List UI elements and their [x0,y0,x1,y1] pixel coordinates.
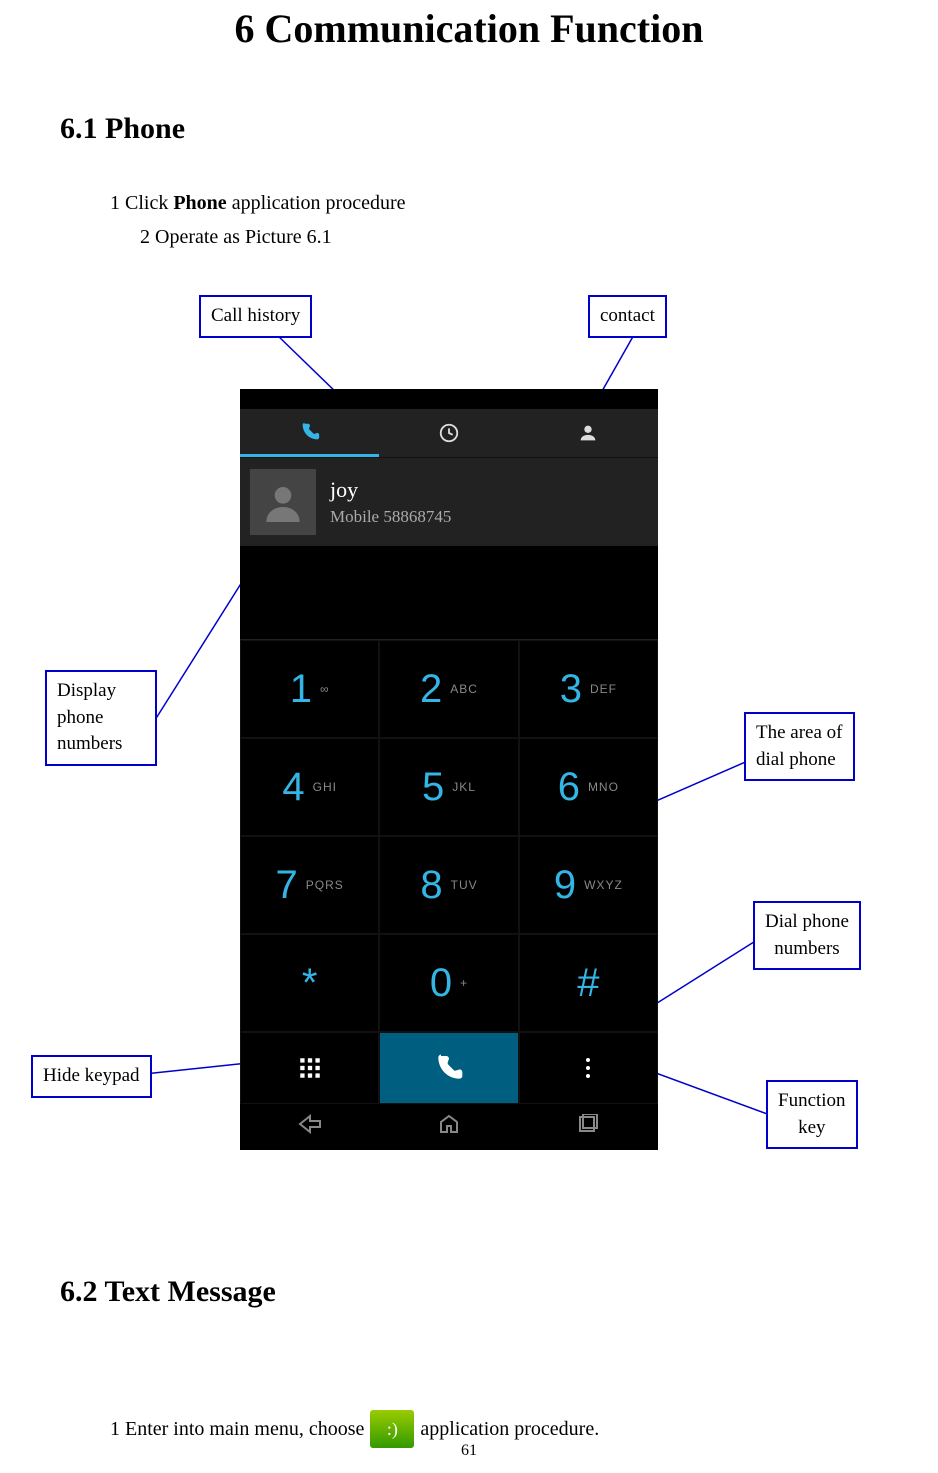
callout-contact: contact [588,295,667,338]
figure-caption: Picture 6.1 [0,1130,938,1153]
digit-8: 8 [420,863,442,908]
call-icon [433,1052,465,1084]
callout-display-l2: phone [57,705,145,732]
digit-3: 3 [560,667,582,712]
callout-hide-keypad: Hide keypad [31,1055,152,1098]
digit-star: * [302,961,318,1006]
digit-5: 5 [422,765,444,810]
contacts-icon [577,422,599,444]
key-9[interactable]: 9 WXYZ [519,836,658,934]
key-hash[interactable]: # [519,934,658,1032]
bottom-bar [240,1032,658,1104]
tabs-bar [240,409,658,458]
key-star[interactable]: * [240,934,379,1032]
digit-7: 7 [276,863,298,908]
letters-1: ∞ [320,682,330,696]
letters-2: ABC [450,682,478,696]
callout-dial-numbers: Dial phone numbers [753,901,861,970]
avatar-placeholder [250,469,316,535]
key-8[interactable]: 8 TUV [379,836,518,934]
contact-number: Mobile 58868745 [330,507,451,527]
letters-6: MNO [588,780,619,794]
phone-icon [299,421,321,443]
callout-display-l1: Display [57,678,145,705]
hide-keypad-button[interactable] [240,1032,379,1104]
section-text-message-heading: 6.2 Text Message [60,1275,276,1309]
callout-dial-area: The area of dial phone [744,712,855,781]
phone-screenshot: joy Mobile 58868745 1∞ 2ABC 3DEF 4GHI 5J… [240,389,658,1121]
page-number: 61 [0,1442,938,1460]
step-2: 2 Operate as Picture 6.1 [140,220,938,254]
digit-2: 2 [420,667,442,712]
callout-dialnum-l1: Dial phone [765,909,849,936]
callout-dialnum-l2: numbers [765,936,849,963]
contact-card[interactable]: joy Mobile 58868745 [240,458,658,547]
letters-3: DEF [590,682,617,696]
digit-4: 4 [282,765,304,810]
step1-post: application procedure [227,192,406,214]
tm-step1-pre: 1 Enter into main menu, choose [110,1418,364,1441]
digit-1: 1 [290,667,312,712]
callout-dialarea-l1: The area of [756,720,843,747]
clock-icon [438,422,460,444]
key-2[interactable]: 2 ABC [379,640,518,738]
digit-9: 9 [554,863,576,908]
step1-pre: 1 Click [110,192,173,214]
key-7[interactable]: 7 PQRS [240,836,379,934]
key-6[interactable]: 6 MNO [519,738,658,836]
tab-call-history[interactable] [379,409,518,457]
key-3[interactable]: 3 DEF [519,640,658,738]
digit-0: 0 [430,961,452,1006]
callout-fn-l1: Function [778,1088,846,1115]
letters-9: WXYZ [584,878,623,892]
overflow-menu-button[interactable] [519,1032,658,1104]
letters-8: TUV [451,878,478,892]
number-display-area [240,547,658,640]
keypad: 1∞ 2ABC 3DEF 4GHI 5JKL 6MNO 7PQRS 8TUV 9… [240,640,658,1032]
chapter-title: 6 Communication Function [0,5,938,52]
letters-0: + [460,976,468,990]
steps-block: 1 Click Phone application procedure 2 Op… [110,186,938,254]
status-bar [240,389,658,409]
step-1: 1 Click Phone application procedure [110,186,938,220]
person-icon [263,482,303,522]
callout-call-history: Call history [199,295,312,338]
contact-text: joy Mobile 58868745 [330,477,451,527]
call-button[interactable] [379,1032,518,1104]
key-0[interactable]: 0+ [379,934,518,1032]
letters-7: PQRS [306,878,344,892]
tm-step1-post: application procedure. [420,1418,599,1441]
letters-4: GHI [313,780,337,794]
letters-5: JKL [452,780,476,794]
callout-display-numbers: Display phone numbers [45,670,157,766]
contact-name: joy [330,477,451,503]
keypad-grid-icon [297,1055,323,1081]
step1-bold: Phone [173,192,226,214]
section-phone-heading: 6.1 Phone [60,112,938,146]
menu-dots-icon [585,1056,591,1080]
key-5[interactable]: 5 JKL [379,738,518,836]
callout-dialarea-l2: dial phone [756,747,843,774]
digit-hash: # [577,961,599,1006]
digit-6: 6 [558,765,580,810]
key-4[interactable]: 4 GHI [240,738,379,836]
tab-contacts[interactable] [519,409,658,457]
tab-dialer[interactable] [240,409,379,457]
callout-display-l3: numbers [57,731,145,758]
key-1[interactable]: 1∞ [240,640,379,738]
